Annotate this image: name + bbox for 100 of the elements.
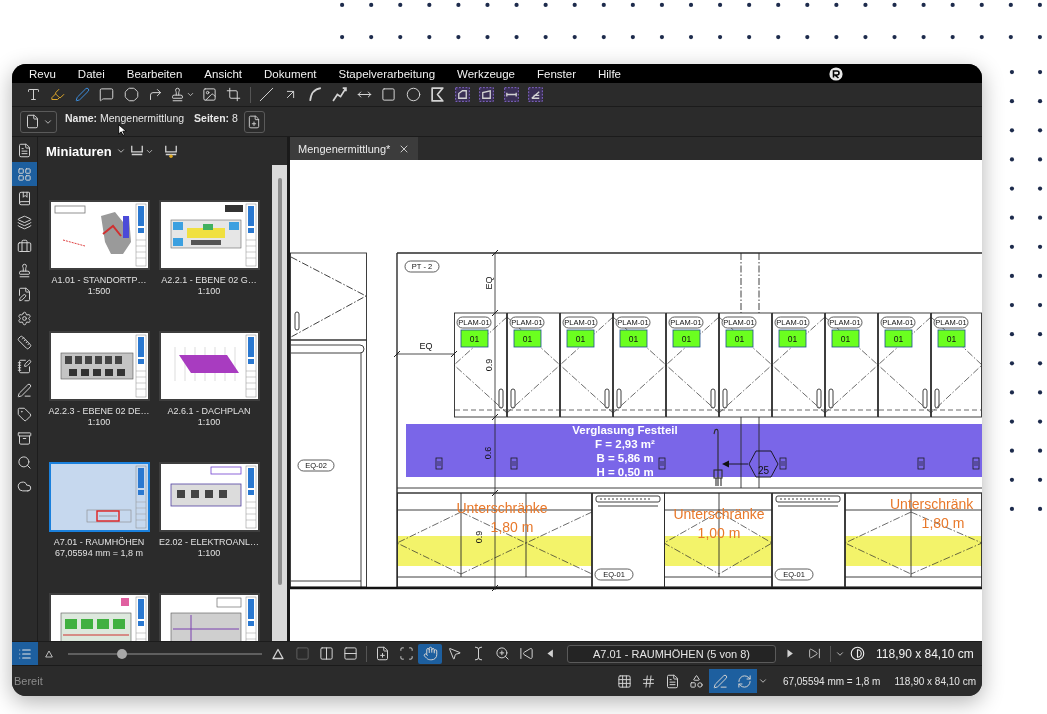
page-thumbnail[interactable] — [158, 331, 260, 401]
glazing-value: H = 0,50 m — [596, 465, 654, 478]
octagon-icon — [123, 87, 139, 102]
menu-item[interactable]: Revu — [29, 67, 56, 80]
outlet-symbol — [658, 457, 666, 470]
outlet-symbol — [779, 457, 787, 470]
page-thumbnail[interactable] — [48, 200, 150, 270]
material-code: 01 — [831, 329, 860, 348]
dashed-frame-icon — [528, 87, 544, 102]
hash-icon — [641, 673, 657, 689]
menu-item[interactable]: Bearbeiten — [126, 67, 183, 80]
skip-forward-icon — [807, 647, 821, 660]
page-size: 118,90 x 84,10 cm — [876, 646, 974, 661]
tray-button[interactable] — [163, 144, 178, 158]
material-code: 01 — [778, 329, 807, 348]
page-thumbnail[interactable] — [158, 200, 260, 270]
toggle-button[interactable] — [708, 669, 733, 693]
list-view-button[interactable] — [12, 642, 38, 665]
scrollbar[interactable] — [272, 165, 287, 641]
grid-icon — [617, 673, 633, 689]
material-code: 01 — [566, 329, 595, 348]
toggle-button[interactable] — [732, 669, 757, 693]
shapes-icon — [689, 673, 705, 689]
polyline-icon — [332, 87, 348, 102]
fixture-tag: 25 — [748, 450, 779, 478]
dimension-line — [393, 350, 458, 358]
panel-menu-button[interactable] — [115, 146, 126, 156]
notebook-pen-icon — [17, 358, 32, 374]
menu-item[interactable]: Dokument — [264, 67, 317, 80]
rows-icon — [342, 646, 358, 661]
thumbnail-scale: 67,05594 mm = 1,8 m — [55, 548, 143, 559]
dashed-frame-icon — [503, 87, 519, 102]
page-field[interactable]: A7.01 - RAUMHÖHEN (5 von 8) — [567, 644, 776, 663]
list-icon — [18, 646, 32, 661]
menu-item[interactable]: Hilfe — [598, 67, 621, 80]
thumbnail-title: A2.6.1 - DACHPLAN — [167, 406, 251, 417]
thumbnail-scale: 1:100 — [197, 286, 221, 297]
material-code: 01 — [672, 329, 701, 348]
caret-icon — [115, 146, 126, 156]
menu-item[interactable]: Stapelverarbeitung — [338, 67, 436, 80]
pen-icon — [17, 382, 32, 398]
material-code: 01 — [725, 329, 754, 348]
page-count: Seiten: 8 — [194, 112, 238, 124]
dimension-label: 0.6 — [483, 446, 493, 460]
text-icon — [25, 87, 41, 102]
tool-button[interactable] — [418, 643, 442, 664]
scan-icon — [398, 646, 414, 661]
panel-title: Miniaturen — [46, 143, 112, 159]
page-thumbnail[interactable] — [48, 331, 150, 401]
square-icon — [294, 646, 310, 661]
quantity-label: Unterschränke — [673, 506, 765, 522]
highlighter-icon — [50, 87, 66, 102]
document-button[interactable] — [20, 110, 57, 133]
measurement-text: 67,05594 mm = 1,8 m — [782, 675, 881, 687]
pointer-icon — [446, 646, 462, 661]
polygon-icon — [430, 87, 446, 102]
image-icon — [201, 87, 217, 102]
cursor-icon — [118, 124, 127, 136]
refresh-icon — [737, 673, 753, 689]
document-tab[interactable]: Mengenermittlung* — [290, 137, 419, 160]
ruler-icon — [17, 334, 32, 350]
material-code: 01 — [937, 329, 966, 348]
slider-thumb[interactable] — [117, 648, 128, 659]
material-code: 01 — [460, 329, 489, 348]
zoom-in-icon — [494, 646, 510, 661]
new-page-button[interactable] — [243, 110, 265, 133]
caret-left-icon — [546, 649, 554, 658]
page-thumbnail[interactable] — [48, 462, 150, 532]
crop-icon — [226, 87, 242, 102]
columns-icon — [318, 646, 334, 661]
menu-item[interactable]: Ansicht — [204, 67, 243, 80]
material-code: 01 — [884, 329, 913, 348]
quantity-label: Unterschränk — [890, 496, 974, 512]
file-pen-icon — [17, 286, 32, 302]
quantity-label: Unterschränke — [456, 500, 548, 516]
thumbnail-title: E2.02 - ELEKTROANL… — [158, 537, 259, 548]
menu-item[interactable]: Fenster — [537, 67, 576, 80]
page-size: 118,90 x 84,10 cm — [894, 675, 976, 687]
file-icon — [24, 114, 40, 129]
menu-item[interactable]: Werkzeuge — [457, 67, 515, 80]
leader-arrow — [722, 460, 749, 468]
briefcase-icon — [17, 238, 32, 254]
menu-item[interactable]: Datei — [77, 67, 105, 80]
triangle-icon — [45, 649, 53, 658]
document-name: Name: Mengenermittlung — [65, 112, 185, 124]
tray-button[interactable] — [129, 144, 154, 158]
thumbnail-scale: 1:100 — [87, 417, 111, 428]
scrollbar-thumb[interactable] — [277, 178, 282, 585]
tray-icon — [129, 144, 144, 158]
dimension-label: EQ — [419, 341, 433, 351]
search-icon — [17, 454, 32, 470]
caret-icon — [186, 90, 195, 99]
outlet-symbol — [972, 457, 980, 470]
page-thumbnail[interactable] — [158, 462, 260, 532]
file-icon — [665, 673, 681, 689]
arc-icon — [307, 87, 323, 102]
dimension-label: 0.9 — [484, 358, 494, 372]
contrast-icon — [849, 646, 865, 661]
thumbnail-scale: 1:100 — [197, 417, 221, 428]
thumbnail-title: A7.01 - RAUMHÖHEN — [53, 537, 145, 548]
